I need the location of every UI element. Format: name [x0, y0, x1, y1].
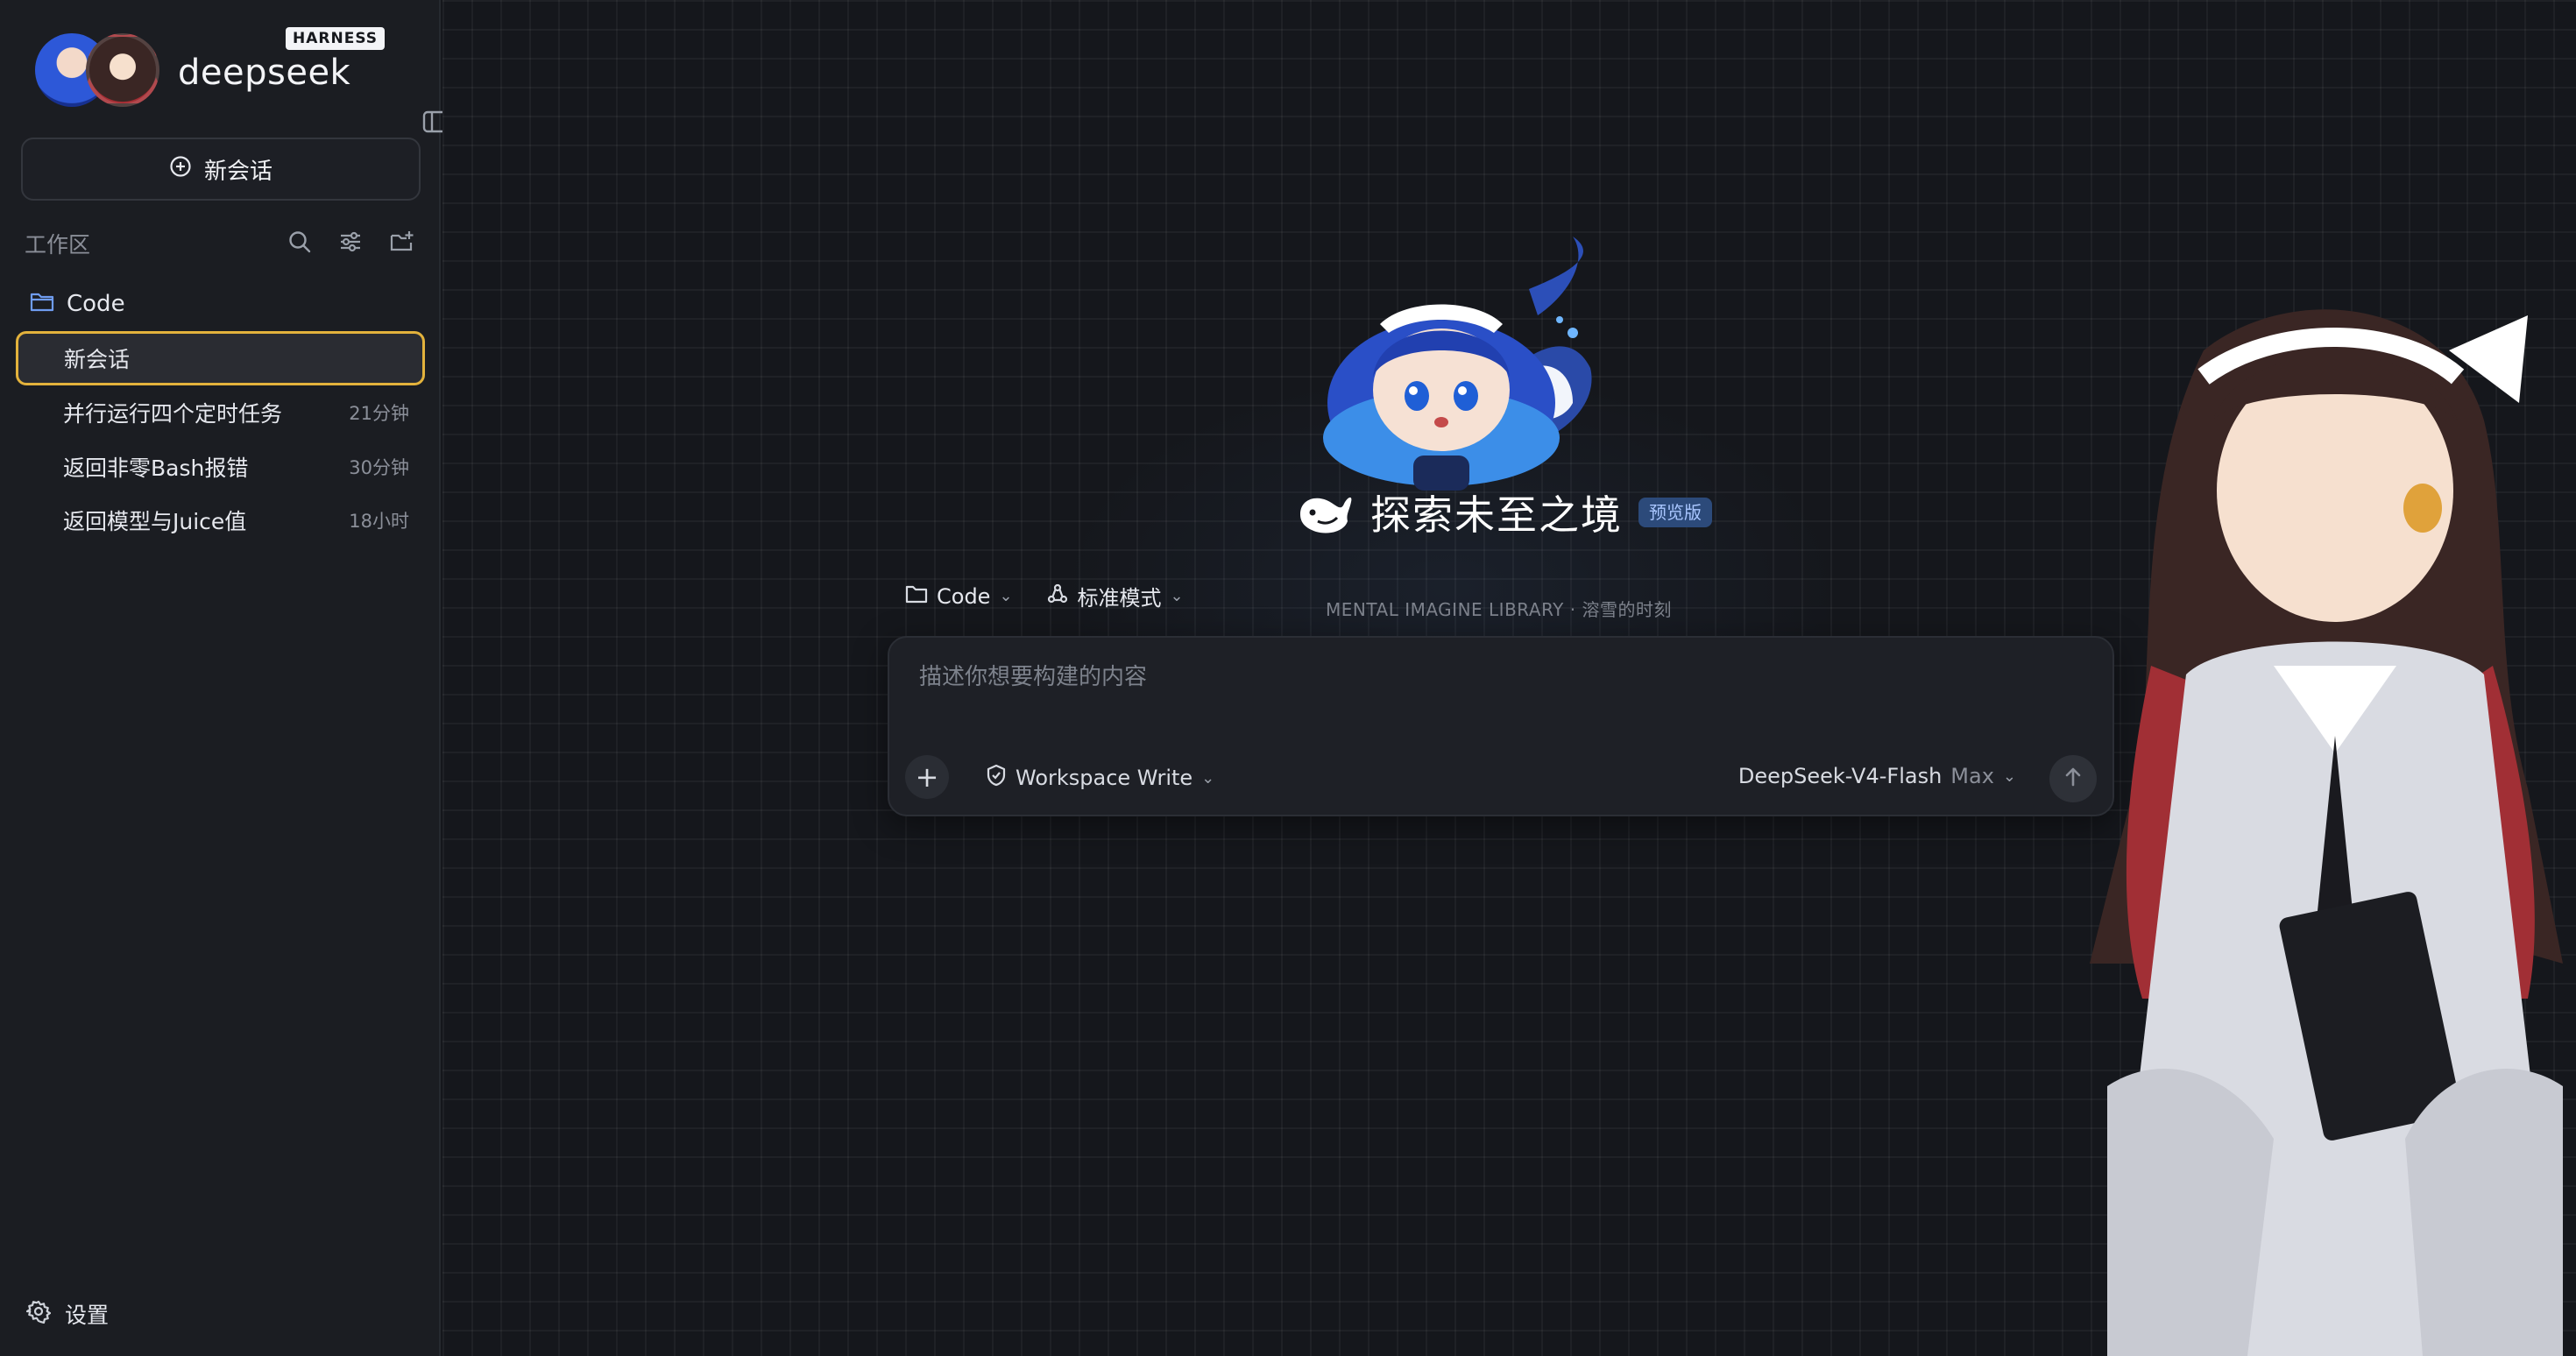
preview-badge: 预览版 — [1638, 498, 1712, 527]
chevron-down-icon: ⌄ — [1170, 587, 1184, 605]
settings-label: 设置 — [65, 1303, 110, 1328]
brand-header: HARNESS deepseek — [35, 27, 449, 133]
harness-badge: HARNESS — [286, 27, 386, 50]
session-title: 新会话 — [64, 347, 131, 372]
session-time: 18小时 — [349, 511, 409, 532]
new-chat-button[interactable]: 新会话 — [21, 138, 421, 201]
session-item[interactable]: 返回非零Bash报错 30分钟 — [16, 440, 425, 494]
add-folder-icon[interactable] — [384, 224, 419, 259]
workspace-header: 工作区 — [25, 224, 419, 263]
folder-selector[interactable]: Code ⌄ — [905, 584, 1013, 609]
new-chat-label: 新会话 — [203, 158, 272, 185]
brand-avatars — [35, 30, 159, 109]
folder-code[interactable]: Code — [30, 286, 125, 322]
folder-label: Code — [67, 291, 125, 317]
add-attachment-button[interactable]: + — [905, 755, 949, 799]
chevron-down-icon: ⌄ — [999, 587, 1013, 605]
chevron-down-icon: ⌄ — [2002, 766, 2016, 786]
session-time: 21分钟 — [349, 403, 409, 424]
hero-title-text: 探索未至之境 — [1370, 491, 1623, 539]
model-effort: Max — [1950, 764, 1994, 788]
composer-selectors: Code ⌄ 标准模式 ⌄ — [905, 581, 1184, 611]
model-selector[interactable]: DeepSeek-V4-Flash Max ⌄ — [1738, 764, 2016, 788]
sidebar: HARNESS deepseek 新会话 工作区 Code 新会话 并行运行四个… — [0, 0, 449, 1356]
hero-title: 探索未至之境 预览版 — [1297, 482, 1712, 543]
session-item[interactable]: 返回模型与Juice值 18小时 — [16, 493, 425, 547]
filter-icon[interactable] — [333, 224, 368, 259]
plus-icon: + — [915, 760, 939, 794]
mascot-illustration — [1323, 237, 1592, 491]
session-item-active[interactable]: 新会话 — [16, 331, 425, 385]
shield-icon — [986, 764, 1007, 792]
cycle-icon — [1046, 583, 1069, 611]
search-icon[interactable] — [282, 224, 317, 259]
chevron-down-icon: ⌄ — [1201, 768, 1215, 787]
library-caption: MENTAL IMAGINE LIBRARY · 溶雪的时刻 — [1326, 599, 1672, 620]
prompt-input[interactable]: 描述你想要构建的内容 — [919, 659, 1147, 691]
plus-circle-icon — [169, 155, 192, 184]
session-title: 返回非零Bash报错 — [63, 456, 249, 481]
composer: 描述你想要构建的内容 + Workspace Write ⌄ DeepSeek-… — [888, 636, 2114, 816]
settings-button[interactable]: 设置 — [25, 1296, 110, 1331]
session-time: 30分钟 — [349, 457, 409, 478]
session-item[interactable]: 并行运行四个定时任务 21分钟 — [16, 385, 425, 440]
permission-label: Workspace Write — [1016, 766, 1193, 790]
workspace-title: 工作区 — [25, 232, 91, 258]
mode-selector[interactable]: 标准模式 ⌄ — [1046, 581, 1184, 611]
session-title: 并行运行四个定时任务 — [63, 401, 283, 427]
avatar-red — [86, 33, 159, 107]
whale-icon — [1300, 497, 1352, 533]
session-title: 返回模型与Juice值 — [63, 509, 247, 534]
main-area: 探索未至之境 预览版 Code ⌄ 标准模式 ⌄ MENTAL IMAGINE … — [442, 0, 2576, 1356]
mode-selector-label: 标准模式 — [1077, 586, 1162, 611]
folder-icon — [30, 291, 54, 318]
model-name: DeepSeek-V4-Flash — [1737, 764, 1943, 788]
character-illustration — [2090, 309, 2563, 1356]
gear-icon — [25, 1299, 52, 1329]
permission-selector[interactable]: Workspace Write ⌄ — [986, 764, 1214, 792]
folder-selector-label: Code — [937, 583, 991, 609]
app-logo: deepseek — [178, 53, 351, 93]
folder-icon — [905, 584, 928, 609]
